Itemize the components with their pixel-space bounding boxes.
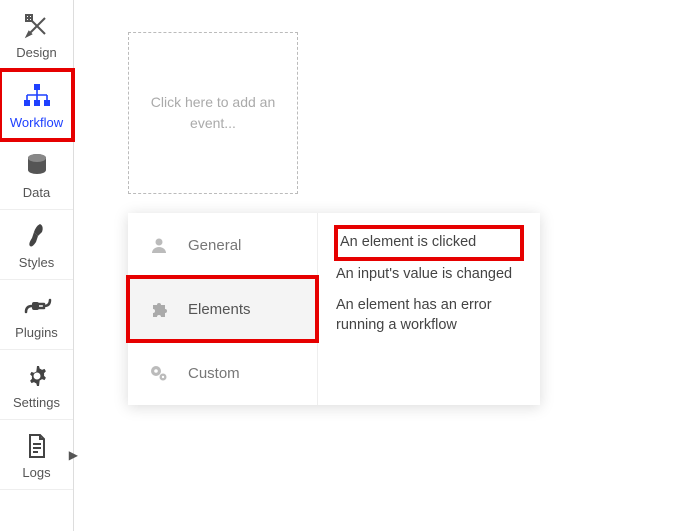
category-custom[interactable]: Custom (128, 341, 317, 405)
category-general[interactable]: General (128, 213, 317, 277)
sidebar-item-label: Plugins (15, 325, 58, 340)
design-icon (21, 10, 53, 42)
sidebar-item-label: Design (16, 45, 56, 60)
category-elements[interactable]: Elements (128, 277, 317, 341)
chevron-right-icon[interactable]: ▶ (69, 448, 78, 462)
sidebar-item-workflow[interactable]: Workflow (0, 70, 73, 140)
user-icon (148, 234, 170, 256)
sidebar-item-label: Data (23, 185, 50, 200)
option-label: An element has an error running a workfl… (336, 297, 492, 333)
add-event-text: Click here to add an event... (139, 92, 287, 134)
option-label: An element is clicked (340, 234, 476, 250)
option-input-changed[interactable]: An input's value is changed (336, 259, 522, 291)
category-label: General (188, 237, 241, 254)
puzzle-icon (148, 298, 170, 320)
category-label: Custom (188, 365, 240, 382)
option-element-error[interactable]: An element has an error running a workfl… (336, 290, 522, 341)
event-type-menu: General Elements Custom An element is c (128, 213, 540, 405)
gears-icon (148, 362, 170, 384)
gear-icon (21, 360, 53, 392)
sidebar-item-label: Logs (22, 465, 50, 480)
sidebar-item-data[interactable]: Data (0, 140, 73, 210)
workflow-icon (21, 80, 53, 112)
plug-icon (21, 290, 53, 322)
sidebar-item-label: Workflow (10, 115, 63, 130)
document-icon (21, 430, 53, 462)
option-element-clicked[interactable]: An element is clicked (336, 227, 522, 259)
sidebar-item-styles[interactable]: Styles (0, 210, 73, 280)
sidebar-item-settings[interactable]: Settings (0, 350, 73, 420)
menu-options: An element is clicked An input's value i… (318, 213, 540, 405)
sidebar-item-label: Settings (13, 395, 60, 410)
menu-categories: General Elements Custom (128, 213, 318, 405)
option-label: An input's value is changed (336, 266, 512, 282)
database-icon (21, 150, 53, 182)
category-label: Elements (188, 301, 251, 318)
sidebar: Design Workflow (0, 0, 74, 531)
sidebar-item-logs[interactable]: Logs ▶ (0, 420, 73, 490)
sidebar-item-plugins[interactable]: Plugins (0, 280, 73, 350)
sidebar-item-label: Styles (19, 255, 54, 270)
add-event-placeholder[interactable]: Click here to add an event... (128, 32, 298, 194)
paintbrush-icon (21, 220, 53, 252)
sidebar-item-design[interactable]: Design (0, 0, 73, 70)
